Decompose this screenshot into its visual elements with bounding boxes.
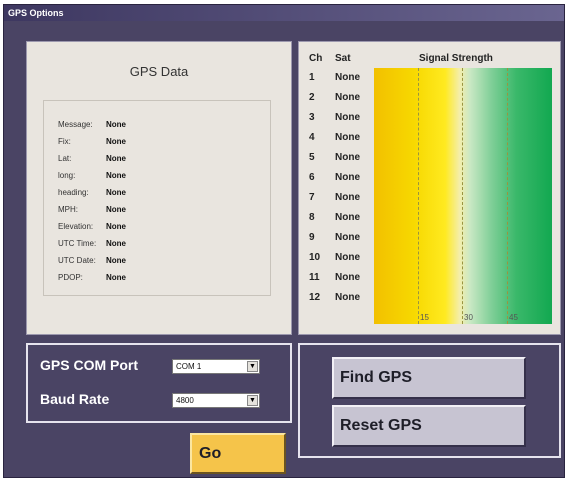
com-port-select[interactable]: COM 1 ▼ <box>172 359 260 374</box>
data-value: None <box>106 154 126 163</box>
channel-number: 4 <box>309 132 315 143</box>
data-row-lat: Lat: None <box>58 153 126 165</box>
data-value: None <box>106 188 126 197</box>
com-settings-panel: GPS COM Port COM 1 ▼ Baud Rate 4800 ▼ <box>26 343 292 423</box>
satellite-header: Sat <box>335 53 351 64</box>
signal-strength-panel: Ch Sat Signal Strength 15 30 45 1 None 2… <box>298 41 561 335</box>
channel-number: 12 <box>309 292 321 303</box>
data-value: None <box>106 222 126 231</box>
gridline-30 <box>462 68 463 324</box>
baud-rate-label: Baud Rate <box>40 391 110 407</box>
channel-number: 11 <box>309 272 320 283</box>
tick-label-15: 15 <box>420 313 429 322</box>
gps-data-box: Message: None Fix: None Lat: None long: None… <box>43 100 271 296</box>
data-value: None <box>106 120 126 129</box>
data-label: Lat: <box>58 154 72 163</box>
signal-strength-header: Signal Strength <box>419 53 493 64</box>
data-value: None <box>106 137 126 146</box>
channel-number: 7 <box>309 192 315 203</box>
data-value: None <box>106 239 126 248</box>
satellite-value: None <box>335 112 360 123</box>
data-row-utc-time: UTC Time: None <box>58 238 126 250</box>
data-value: None <box>106 256 126 265</box>
satellite-value: None <box>335 92 360 103</box>
gridline-15 <box>418 68 419 324</box>
gps-data-panel: GPS Data Message: None Fix: None Lat: None … <box>26 41 292 335</box>
data-row-long: long: None <box>58 170 126 182</box>
satellite-value: None <box>335 272 360 283</box>
com-port-value: COM 1 <box>176 362 202 371</box>
data-label: MPH: <box>58 205 78 214</box>
gps-actions-panel: Find GPS Reset GPS <box>298 343 561 458</box>
data-row-message: Message: None <box>58 119 126 131</box>
data-value: None <box>106 171 126 180</box>
data-label: PDOP: <box>58 273 83 282</box>
tick-label-30: 30 <box>464 313 473 322</box>
dropdown-arrow-icon[interactable]: ▼ <box>247 395 258 406</box>
baud-rate-select[interactable]: 4800 ▼ <box>172 393 260 408</box>
data-label: heading: <box>58 188 89 197</box>
satellite-value: None <box>335 292 360 303</box>
data-label: Elevation: <box>58 222 94 231</box>
satellite-value: None <box>335 192 360 203</box>
window-title: GPS Options <box>4 5 564 21</box>
channel-number: 10 <box>309 252 321 263</box>
data-value: None <box>106 205 126 214</box>
data-row-pdop: PDOP: None <box>58 272 126 284</box>
data-row-fix: Fix: None <box>58 136 126 148</box>
satellite-value: None <box>335 172 360 183</box>
baud-rate-value: 4800 <box>176 396 194 405</box>
channel-number: 8 <box>309 212 315 223</box>
channel-number: 5 <box>309 152 315 163</box>
satellite-value: None <box>335 72 360 83</box>
data-row-mph: MPH: None <box>58 204 126 216</box>
data-row-utc-date: UTC Date: None <box>58 255 126 267</box>
channel-number: 6 <box>309 172 315 183</box>
gps-com-port-label: GPS COM Port <box>40 357 139 373</box>
gps-options-window: GPS Options GPS Data Message: None Fix: No… <box>3 4 565 478</box>
data-label: Message: <box>58 120 93 129</box>
reset-gps-button[interactable]: Reset GPS <box>332 405 526 447</box>
data-row-elevation: Elevation: None <box>58 221 126 233</box>
find-gps-button[interactable]: Find GPS <box>332 357 526 399</box>
signal-strength-gradient: 15 30 45 <box>374 68 552 324</box>
gridline-45 <box>507 68 508 324</box>
data-label: UTC Date: <box>58 256 96 265</box>
data-label: Fix: <box>58 137 71 146</box>
satellite-value: None <box>335 232 360 243</box>
channel-header: Ch <box>309 53 323 64</box>
dropdown-arrow-icon[interactable]: ▼ <box>247 361 258 372</box>
channel-number: 1 <box>309 72 315 83</box>
channel-number: 3 <box>309 112 315 123</box>
gps-data-title: GPS Data <box>129 64 189 79</box>
satellite-value: None <box>335 132 360 143</box>
satellite-value: None <box>335 212 360 223</box>
data-label: long: <box>58 171 76 180</box>
data-value: None <box>106 273 126 282</box>
channel-number: 9 <box>309 232 315 243</box>
data-label: UTC Time: <box>58 239 97 248</box>
data-row-heading: heading: None <box>58 187 126 199</box>
tick-label-45: 45 <box>509 313 518 322</box>
satellite-value: None <box>335 252 360 263</box>
channel-number: 2 <box>309 92 315 103</box>
go-button[interactable]: Go <box>190 433 286 474</box>
satellite-value: None <box>335 152 360 163</box>
